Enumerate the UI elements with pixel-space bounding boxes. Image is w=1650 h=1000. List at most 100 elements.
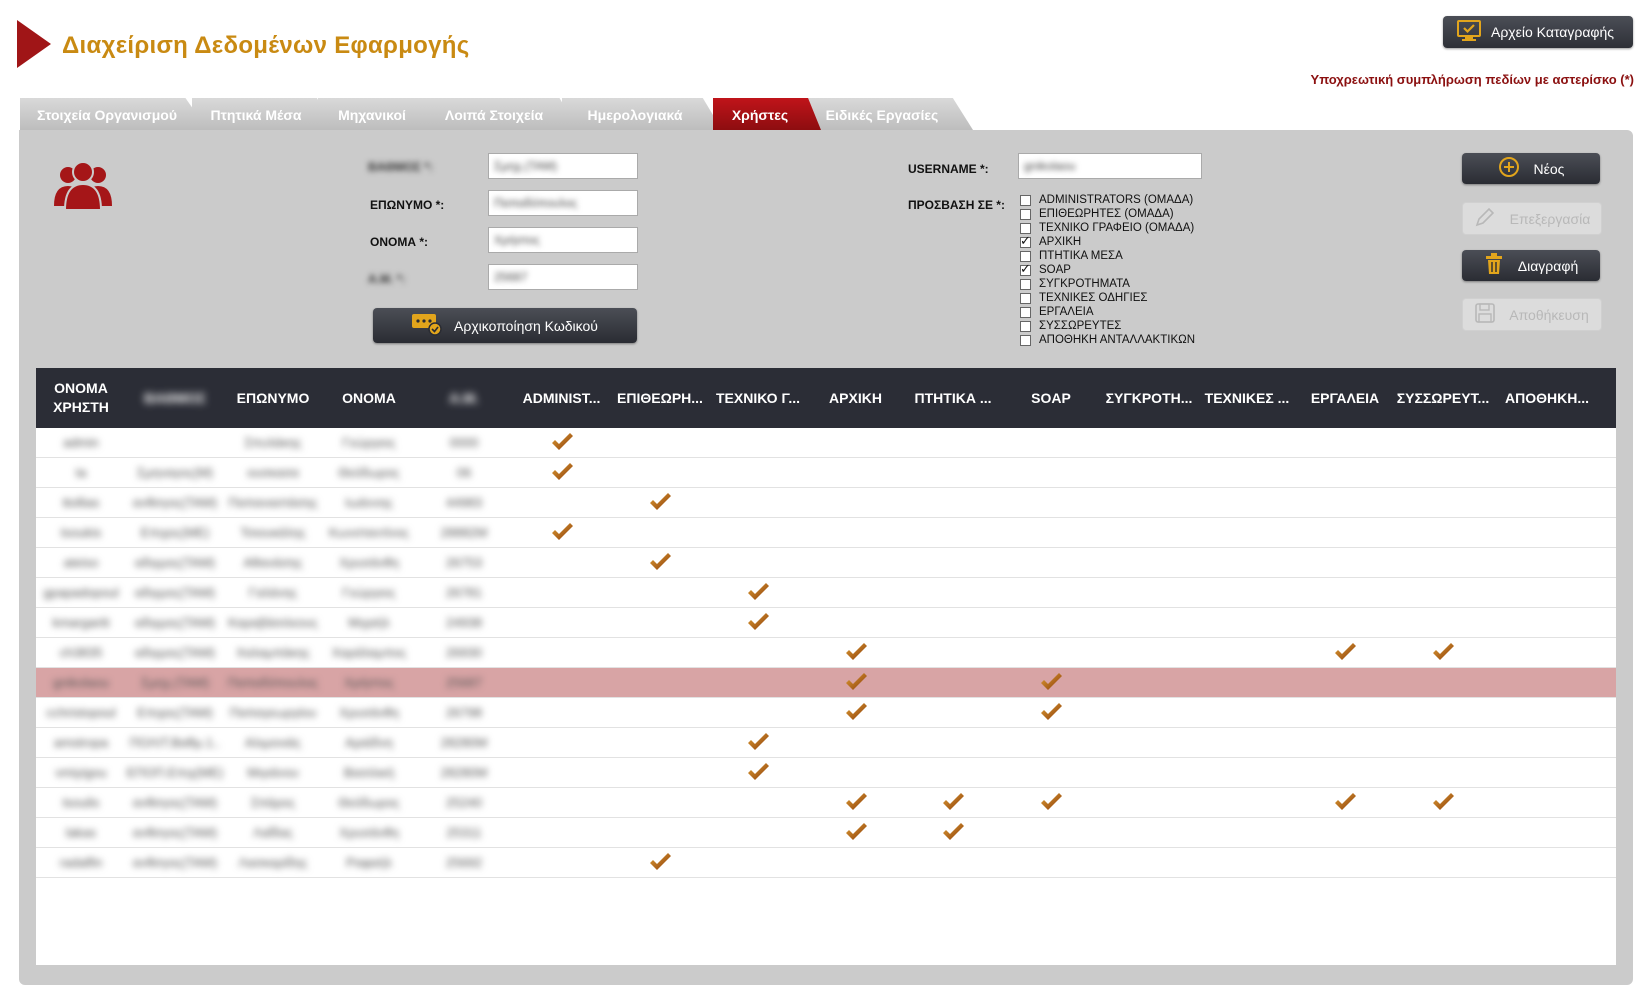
- access-option[interactable]: ΣΥΣΣΩΡΕΥΤΕΣ: [1020, 319, 1195, 333]
- cell-text: Μιχαήλ: [348, 615, 390, 630]
- access-option[interactable]: ΕΡΓΑΛΕΙΑ: [1020, 305, 1195, 319]
- access-option[interactable]: ΕΠΙΘΕΩΡΗΤΕΣ (ΟΜΑΔΑ): [1020, 207, 1195, 221]
- access-checkbox[interactable]: [1020, 292, 1031, 304]
- table-cell: 28280Μ: [416, 758, 512, 788]
- column-header-label: ΣΥΣΣΩΡΕΥΤ...: [1396, 389, 1490, 406]
- table-cell: Αριάδνη: [322, 728, 416, 758]
- edit-button[interactable]: Επεξεργασία: [1462, 202, 1602, 235]
- header-play-icon: [17, 20, 51, 68]
- username-field[interactable]: gnikolaou: [1018, 153, 1202, 179]
- access-option[interactable]: ΠΤΗΤΙΚΑ ΜΕΣΑ: [1020, 249, 1195, 263]
- cell-text: amstropa: [53, 735, 109, 750]
- log-file-button[interactable]: Αρχείο Καταγραφής: [1443, 16, 1633, 48]
- table-row[interactable]: ch3835 αδιγμος(ΤΑΜ) Χαλαμπάκης Χαράλαμπος 26…: [36, 638, 1616, 668]
- column-header[interactable]: ΑΠΟΘΗΚΗ...: [1492, 368, 1602, 428]
- tab-users[interactable]: Χρήστες: [713, 98, 821, 130]
- access-checkbox[interactable]: [1020, 334, 1031, 346]
- tab-organization[interactable]: Στοιχεία Οργανισμού: [20, 98, 208, 130]
- column-header[interactable]: Α.Μ.: [416, 368, 512, 428]
- access-option[interactable]: ADMINISTRATORS (ΟΜΑΔΑ): [1020, 193, 1195, 207]
- tab-engineers[interactable]: Μηχανικοί: [318, 98, 440, 130]
- table-cell: Μιχαήλ: [322, 608, 416, 638]
- tab-aircraft[interactable]: Πτητικά Μέσα: [192, 98, 334, 130]
- cell-text: Αλιμονιάς: [245, 735, 301, 750]
- column-header[interactable]: ΣΥΣΣΩΡΕΥΤ...: [1394, 368, 1492, 428]
- table-cell: Σπυλάκης: [224, 428, 322, 458]
- table-row[interactable]: kmargariti αδιγμος(ΤΑΜ) Καραβάσιλεους Μιχαή…: [36, 608, 1616, 638]
- cell-text: Βασιλική: [343, 765, 395, 780]
- access-checkbox[interactable]: [1020, 306, 1031, 318]
- new-button[interactable]: Νέος: [1462, 153, 1600, 184]
- access-option[interactable]: ΑΡΧΙΚΗ: [1020, 233, 1195, 249]
- tab-calendar[interactable]: Ημερολογιακά: [562, 98, 722, 130]
- surname-field[interactable]: Παπαδόπουλος: [488, 190, 638, 216]
- cell-text: Σμηχ.(ΤΑΜ): [140, 675, 210, 690]
- cell-text: ανθσγος(ΤΑΜ): [132, 825, 218, 840]
- column-header-label: ΟΝΟΜΑ ΧΡΗΣΤΗ: [53, 380, 109, 415]
- table-row[interactable]: tsoukis Επιχος(ΜΕ) Τσιουκάλης Κωνσταντίνος 2…: [36, 518, 1616, 548]
- cell-text: Θεόδωρος: [338, 795, 400, 810]
- access-option[interactable]: ΤΕΧΝΙΚΕΣ ΟΔΗΓΙΕΣ: [1020, 291, 1195, 305]
- table-row[interactable]: tsoulis ανθσγος(ΤΑΜ) Σπάρος Θεόδωρος 25240: [36, 788, 1616, 818]
- column-header[interactable]: ΣΥΓΚΡΟΤΗ...: [1100, 368, 1198, 428]
- column-header[interactable]: ΤΕΧΝΙΚΕΣ ...: [1198, 368, 1296, 428]
- column-header[interactable]: ΟΝΟΜΑ: [322, 368, 416, 428]
- am-field[interactable]: 25687: [488, 264, 638, 290]
- table-row[interactable]: gpapadopoul αδιγμος(ΤΑΜ) Γαλάνης Γεώργιος 26…: [36, 578, 1616, 608]
- rank-field[interactable]: Σμηχ.(ΤΑΜ): [488, 153, 638, 179]
- table-row[interactable]: amstropa ΠΟΛΙΤ.Βαθμ.1.. Αλιμονιάς Αριάδνη 28…: [36, 728, 1616, 758]
- column-header[interactable]: ΤΕΧΝΙΚΟ Γ...: [709, 368, 807, 428]
- cell-text: Καραβάσιλεους: [228, 615, 318, 630]
- column-header[interactable]: ΕΡΓΑΛΕΙΑ: [1296, 368, 1394, 428]
- access-label: ΠΡΟΣΒΑΣΗ ΣΕ *:: [908, 198, 1005, 212]
- table-row[interactable]: vmiyigou ΕΠΟΠ.Επιχ(ΜΕ) Μιγιάνου Βασιλική 282…: [36, 758, 1616, 788]
- table-row[interactable]: ta Σμηναγος(Μ) ουσκασα Θεόδωρος 06: [36, 458, 1616, 488]
- tab-special-tasks[interactable]: Ειδικές Εργασίες: [805, 98, 973, 130]
- access-checkbox[interactable]: [1020, 261, 1031, 277]
- column-header-label: ΕΠΙΘΕΩΡΗ...: [617, 389, 703, 406]
- column-header[interactable]: ΒΑΘΜΟΣ: [126, 368, 224, 428]
- name-label: ΟΝΟΜΑ *:: [370, 235, 428, 249]
- column-header[interactable]: ΕΠΩΝΥΜΟ: [224, 368, 322, 428]
- check-mark-icon: [1039, 792, 1063, 817]
- access-checkbox[interactable]: [1020, 320, 1031, 332]
- table-row[interactable]: radalfin ανθσγος(ΤΑΜ) Λασκαρίδης Ραφαήλ 2569…: [36, 848, 1616, 878]
- access-option[interactable]: SOAP: [1020, 261, 1195, 277]
- column-header-label: ΤΕΧΝΙΚΟ Γ...: [715, 389, 801, 406]
- table-row[interactable]: gnikolaou Σμηχ.(ΤΑΜ) Παπαδόπουλος Χρήστος 25…: [36, 668, 1616, 698]
- access-option[interactable]: ΑΠΟΘΗΚΗ ΑΝΤΑΛΛΑΚΤΙΚΩΝ: [1020, 333, 1195, 347]
- reset-password-button[interactable]: Αρχικοποίηση Κωδικού: [373, 308, 637, 343]
- column-header[interactable]: ΠΤΗΤΙΚΑ ...: [904, 368, 1002, 428]
- access-checkbox[interactable]: [1020, 278, 1031, 290]
- column-header[interactable]: SOAP: [1002, 368, 1100, 428]
- access-option[interactable]: ΣΥΓΚΡΟΤΗΜΑΤΑ: [1020, 277, 1195, 291]
- cell-text: Τσιουκάλης: [240, 525, 306, 540]
- table-cell: 26798: [416, 698, 512, 728]
- table-row[interactable]: admin Σπυλάκης Γεώργιος 0000: [36, 428, 1616, 458]
- table-row[interactable]: ttollias ανθσγος(ΤΑΜ) Παπαναστάσης Ιωάννης 4…: [36, 488, 1616, 518]
- access-option[interactable]: ΤΕΧΝΙΚΟ ΓΡΑΦΕΙΟ (ΟΜΑΔΑ): [1020, 221, 1195, 235]
- access-checkbox[interactable]: [1020, 194, 1031, 206]
- column-header[interactable]: ADMINIST...: [512, 368, 611, 428]
- name-field[interactable]: Χρήστος: [488, 227, 638, 253]
- delete-button[interactable]: Διαγραφή: [1462, 250, 1600, 281]
- access-checkbox[interactable]: [1020, 233, 1031, 249]
- table-cell: Βασιλική: [322, 758, 416, 788]
- table-cell: Επιχος(ΤΑΜ): [126, 698, 224, 728]
- column-header[interactable]: ΟΝΟΜΑ ΧΡΗΣΤΗ: [36, 368, 126, 428]
- column-header[interactable]: ΕΠΙΘΕΩΡΗ...: [611, 368, 709, 428]
- table-row[interactable]: lakas ανθσγος(ΤΑΜ) Λαΐδας Χρυσάνθη 25311: [36, 818, 1616, 848]
- check-mark-icon: [1039, 672, 1063, 697]
- tab-other-data[interactable]: Λοιπά Στοιχεία: [424, 98, 578, 130]
- column-header[interactable]: ΑΡΧΙΚΗ: [807, 368, 904, 428]
- cell-text: Χρυσάνθη: [339, 555, 399, 570]
- save-button[interactable]: Αποθήκευση: [1462, 298, 1602, 331]
- access-checkbox[interactable]: [1020, 208, 1031, 220]
- table-row[interactable]: cchristopoul Επιχος(ΤΑΜ) Παπαγεωργίου Χρυσά…: [36, 698, 1616, 728]
- table-cell: αδιγμος(ΤΑΜ): [126, 638, 224, 668]
- table-row[interactable]: ateiso αδιγμος(ΤΑΜ) Αθανάσης Χρυσάνθη 26753: [36, 548, 1616, 578]
- access-option-label: SOAP: [1039, 264, 1071, 276]
- cell-text: Μιγιάνου: [247, 765, 299, 780]
- check-mark-icon: [648, 852, 672, 877]
- table-cell: Αθανάσης: [224, 548, 322, 578]
